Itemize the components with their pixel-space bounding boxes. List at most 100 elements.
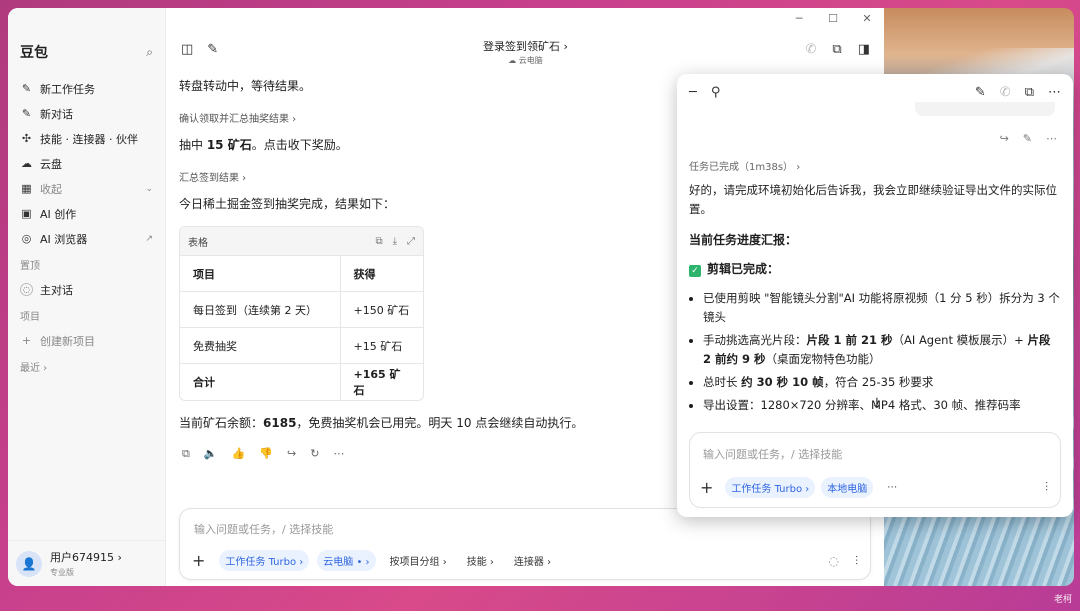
create-project-button[interactable]: + 创建新项目 [8, 328, 165, 353]
sidebar-item-new-task[interactable]: ✎ 新工作任务 [8, 76, 165, 101]
edit-icon[interactable]: ✎ [975, 85, 986, 100]
list-item: 总时长 约 30 秒 10 帧，符合 25-35 秒要求 [703, 373, 1061, 392]
sidebar-item-ai-browser[interactable]: ◎ AI 浏览器 ↗ [8, 226, 165, 251]
cloud-icon: ☁ [21, 157, 32, 170]
sidebar-item-skills[interactable]: ✣ 技能 · 连接器 · 伙伴 [8, 126, 165, 151]
group-by-project-chip[interactable]: 按项目分组 › [384, 550, 453, 571]
edit-icon[interactable]: ✎ [1023, 132, 1032, 145]
table-total-row: 合计 +165 矿石 [180, 363, 423, 400]
step-link[interactable]: 确认领取并汇总抽奖结果 › [179, 110, 699, 125]
loading-icon: ◌ [828, 554, 839, 568]
panel-input-box[interactable]: 输入问题或任务，/ 选择技能 + 工作任务 Turbo › 本地电脑 ⋯ ⫶ [689, 432, 1061, 508]
message-line: 转盘转动中，等待结果。 [179, 79, 312, 93]
table-row: 免费抽奖 +15 矿石 [180, 327, 423, 364]
more-icon[interactable]: ⋯ [1046, 132, 1057, 145]
skills-chip[interactable]: 技能 › [461, 550, 500, 571]
phone-icon[interactable]: ✆ [1000, 85, 1011, 100]
message-line: 好的，请完成环境初始化后告诉我，我会立即继续验证导出文件的实际位置。 [689, 183, 1057, 216]
voice-icon[interactable]: ⫶ [1045, 480, 1048, 494]
edit-status: ✓ 剪辑已完成： [689, 260, 1061, 277]
connectors-chip[interactable]: 连接器 › [508, 550, 557, 571]
table-row: 每日签到（连续第 2 天） +150 矿石 [180, 291, 423, 328]
report-title: 当前任务进度汇报： [689, 233, 798, 247]
watermark: 老柯 [1053, 595, 1072, 605]
new-chat-icon[interactable]: ✎ [207, 42, 218, 57]
chat-avatar-icon: ◌ [20, 283, 33, 296]
sidebar-item-collapse[interactable]: ▦ 收起 ⌄ [8, 176, 165, 201]
screenshot-icon[interactable]: ⧉ [1025, 85, 1034, 100]
add-button[interactable]: + [700, 478, 713, 497]
sidebar-item-ai-create[interactable]: ▣ AI 创作 [8, 201, 165, 226]
conversation-header: ◫ ✎ 登录签到领矿石 › ☁ 云电脑 ✆ ⧉ ◨ [167, 32, 884, 72]
split-view-icon[interactable]: ◨ [858, 42, 870, 57]
copy-icon[interactable]: ⧉ [375, 236, 382, 247]
external-link-icon: ↗ [145, 233, 153, 244]
sidebar-item-label: 新工作任务 [40, 82, 95, 96]
user-profile[interactable]: 👤 用户674915 › 专业版 [8, 540, 166, 586]
chat-input-box[interactable]: 输入问题或任务，/ 选择技能 + 工作任务 Turbo › 云电脑 • › 按项… [179, 508, 871, 580]
download-icon[interactable]: ⤓ [393, 236, 397, 247]
image-icon: ▣ [21, 207, 32, 220]
sidebar-item-main-chat[interactable]: ◌ 主对话 [8, 277, 165, 302]
sidebar-item-cloud-drive[interactable]: ☁ 云盘 [8, 151, 165, 176]
task-status-link[interactable]: 任务已完成（1m38s） › [689, 158, 1061, 173]
sidebar-item-new-chat[interactable]: ✎ 新对话 [8, 101, 165, 126]
table-header-row: 项目 获得 [180, 255, 423, 292]
sidebar-item-label: 云盘 [40, 157, 62, 171]
user-plan: 专业版 [50, 568, 74, 577]
message-actions: ⧉ 🔈 👍 👎 ↪ ↻ ⋯ [179, 447, 699, 461]
expand-icon[interactable]: ⤢ [407, 236, 415, 247]
more-icon[interactable]: ⋯ [1048, 85, 1061, 100]
cloud-pc-chip[interactable]: 云电脑 • › [317, 550, 376, 571]
minimize-button[interactable]: ─ [782, 8, 816, 28]
toggle-sidebar-icon[interactable]: ◫ [181, 42, 193, 57]
message-line: 今日稀土掘金签到抽奖完成，结果如下： [179, 197, 396, 211]
conversation-title[interactable]: 登录签到领矿石 › ☁ 云电脑 [483, 38, 568, 66]
sidebar-item-label: 新对话 [40, 107, 73, 121]
user-name: 用户674915 › [50, 551, 122, 564]
more-icon[interactable]: ⋯ [887, 482, 897, 493]
add-button[interactable]: + [192, 551, 205, 570]
voice-icon[interactable]: ⫶ [855, 554, 858, 569]
share-icon[interactable]: ↪ [287, 447, 296, 461]
sidebar-item-label: AI 浏览器 [40, 232, 88, 246]
app-title: 豆包 [20, 45, 48, 61]
maximize-button[interactable]: ☐ [816, 8, 850, 28]
sidebar-item-label: 技能 · 连接器 · 伙伴 [40, 132, 138, 146]
avatar: 👤 [16, 550, 42, 577]
panel-input[interactable]: 输入问题或任务，/ 选择技能 [703, 446, 842, 462]
speaker-icon[interactable]: 🔈 [204, 447, 218, 461]
chat-input[interactable]: 输入问题或任务，/ 选择技能 [194, 521, 333, 537]
thumbs-down-icon[interactable]: 👎 [259, 447, 273, 461]
grid-icon: ▦ [21, 182, 32, 195]
sidebar-item-label: 主对话 [40, 283, 73, 297]
local-pc-chip[interactable]: 本地电脑 [821, 477, 874, 498]
minimize-panel-icon[interactable]: ─ [689, 85, 697, 100]
scroll-down-icon[interactable]: ↓ [871, 396, 883, 412]
edit-icon: ✎ [21, 82, 32, 95]
work-task-turbo-chip[interactable]: 工作任务 Turbo › [219, 550, 310, 571]
skills-icon: ✣ [21, 132, 32, 145]
work-task-turbo-chip[interactable]: 工作任务 Turbo › [725, 477, 816, 498]
pin-icon[interactable]: ⚲ [711, 85, 721, 100]
phone-icon[interactable]: ✆ [806, 42, 817, 57]
section-recent[interactable]: 最近 › [8, 353, 165, 379]
message-actions: ↪ ✎ ⋯ [1000, 132, 1057, 145]
share-icon[interactable]: ↪ [1000, 132, 1009, 145]
section-pinned: 置顶 [20, 260, 40, 272]
close-button[interactable]: ✕ [850, 8, 884, 28]
thumbs-up-icon[interactable]: 👍 [232, 447, 246, 461]
message-line: 抽中 15 矿石。点击收下奖励。 [179, 138, 348, 152]
step-link[interactable]: 汇总签到结果 › [179, 169, 699, 184]
section-projects: 项目 [20, 311, 40, 323]
result-table: 表格 ⧉ ⤓ ⤢ 项目 获得 每日签到（连续第 2 天） +150 矿石 免费抽奖 +15… [179, 226, 424, 401]
share-screen-icon[interactable]: ⧉ [832, 42, 841, 57]
more-icon[interactable]: ⋯ [333, 447, 344, 461]
floating-task-panel: ─ ⚲ ✎ ✆ ⧉ ⋯ ↪ ✎ ⋯ 任务已完成（1m38s） › 好的，请完成环境初始化… [677, 74, 1073, 517]
chat-content: 转盘转动中，等待结果。 确认领取并汇总抽奖结果 › 抽中 15 矿石。点击收下奖… [179, 76, 699, 461]
edit-icon: ✎ [21, 107, 32, 120]
regenerate-icon[interactable]: ↻ [310, 447, 319, 461]
list-item: 已使用剪映 "智能镜头分割"AI 功能将原视频（1 分 5 秒）拆分为 3 个镜… [703, 289, 1061, 327]
search-icon[interactable]: ⌕ [146, 45, 153, 60]
copy-icon[interactable]: ⧉ [182, 447, 190, 461]
